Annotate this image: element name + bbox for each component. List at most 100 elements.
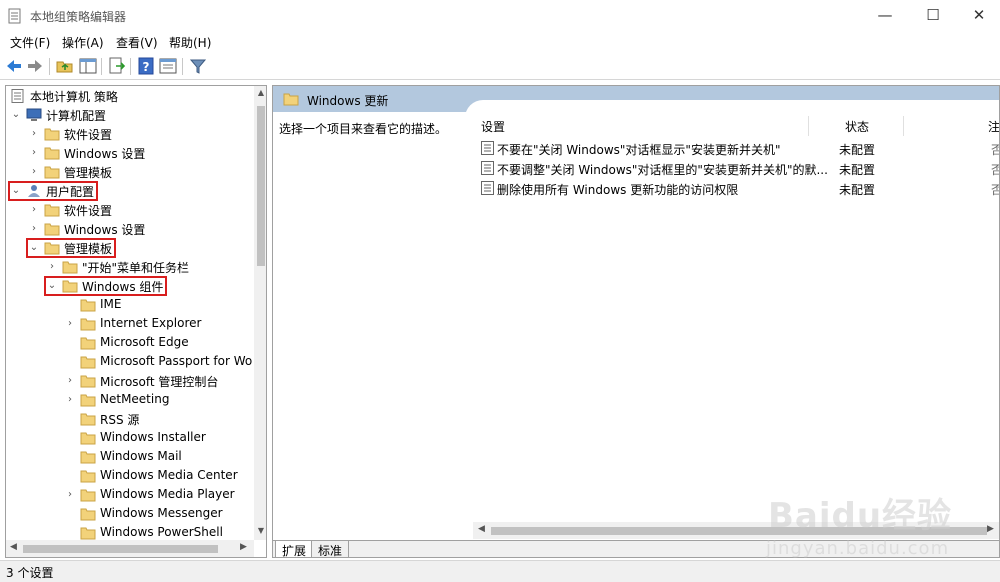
chevron-right-icon[interactable]: ›: [64, 488, 76, 502]
tree-item[interactable]: › Windows 设置: [6, 144, 254, 163]
tree-horizontal-scrollbar[interactable]: ◀ ▶: [6, 540, 254, 557]
baidu-watermark: Baidu经验 jingyan.baidu.com: [760, 488, 1000, 578]
filter-icon[interactable]: [188, 56, 208, 76]
menu-file[interactable]: 文件(F): [10, 34, 50, 51]
folder-icon: [283, 93, 299, 106]
tree-item[interactable]: › 管理模板: [6, 163, 254, 182]
setting-row[interactable]: 不要在"关闭 Windows"对话框显示"安装更新并关机" 未配置 否: [473, 138, 999, 158]
tab-standard[interactable]: 标准: [311, 541, 350, 557]
tree-item-label: NetMeeting: [100, 392, 170, 406]
tree-item[interactable]: › 软件设置: [6, 125, 254, 144]
setting-note: 否: [991, 141, 999, 158]
chevron-right-icon[interactable]: ›: [64, 374, 76, 388]
tree-item[interactable]: Windows Installer: [6, 429, 254, 448]
column-header-state[interactable]: 状态: [845, 118, 869, 135]
tree-item-label: Microsoft Edge: [100, 335, 189, 349]
tree-item[interactable]: Windows Media Center: [6, 467, 254, 486]
setting-note: 否: [991, 161, 999, 178]
tree-item[interactable]: Windows Mail: [6, 448, 254, 467]
folder-icon: [62, 261, 78, 274]
setting-row[interactable]: 删除使用所有 Windows 更新功能的访问权限 未配置 否: [473, 178, 999, 198]
back-arrow-icon[interactable]: [4, 56, 24, 76]
tree-item-label: IME: [100, 297, 122, 311]
tree-item[interactable]: › Internet Explorer: [6, 315, 254, 334]
folder-icon: [44, 204, 60, 217]
help-icon[interactable]: ?: [136, 56, 156, 76]
close-button[interactable]: ✕: [956, 0, 1000, 32]
chevron-right-icon[interactable]: ›: [64, 393, 76, 407]
tree-item-label: "开始"菜单和任务栏: [82, 261, 190, 275]
scroll-down-arrow-icon[interactable]: ▼: [256, 526, 266, 535]
folder-icon: [80, 489, 96, 502]
chevron-right-icon[interactable]: ›: [28, 127, 40, 141]
tree-item[interactable]: › "开始"菜单和任务栏: [6, 258, 254, 277]
setting-row[interactable]: 不要调整"关闭 Windows"对话框里的"安装更新并关机"的默... 未配置 …: [473, 158, 999, 178]
folder-icon: [44, 128, 60, 141]
tab-extended[interactable]: 扩展: [275, 541, 314, 557]
title-bar: 本地组策略编辑器 — ☐ ✕: [0, 0, 1000, 32]
forward-arrow-icon[interactable]: [25, 56, 45, 76]
folder-icon: [80, 527, 96, 540]
tree-item-label: Windows Media Player: [100, 487, 235, 501]
tree-item[interactable]: › Windows Media Player: [6, 486, 254, 505]
scroll-left-arrow-icon[interactable]: ◀: [10, 542, 17, 552]
column-header-note[interactable]: 注: [988, 118, 999, 135]
up-folder-icon[interactable]: [55, 56, 75, 76]
computer-icon: [26, 108, 42, 121]
window-title: 本地组策略编辑器: [30, 10, 127, 24]
tree-item[interactable]: Microsoft Passport for Wo: [6, 353, 254, 372]
status-text: 3 个设置: [6, 566, 54, 580]
export-list-icon[interactable]: [107, 56, 127, 76]
scroll-left-arrow-icon[interactable]: ◀: [478, 524, 485, 534]
scroll-up-arrow-icon[interactable]: ▲: [256, 88, 266, 97]
folder-icon: [80, 337, 96, 350]
tree-item[interactable]: ⌄ 计算机配置: [6, 106, 254, 125]
setting-state: 未配置: [839, 143, 876, 157]
folder-icon: [80, 508, 96, 521]
minimize-button[interactable]: —: [862, 0, 908, 32]
folder-icon: [44, 166, 60, 179]
tree-item[interactable]: › Windows 设置: [6, 220, 254, 239]
tree-item-label: RSS 源: [100, 413, 140, 427]
tree-item-label: 软件设置: [64, 128, 113, 142]
tree-item[interactable]: › 软件设置: [6, 201, 254, 220]
tree-item-label: Microsoft Passport for Wo: [100, 354, 253, 368]
tree-item[interactable]: › NetMeeting: [6, 391, 254, 410]
tree-item-label: Internet Explorer: [100, 316, 202, 330]
tree-item[interactable]: IME: [6, 296, 254, 315]
column-header-setting[interactable]: 设置: [481, 118, 505, 135]
scroll-right-arrow-icon[interactable]: ▶: [240, 542, 247, 552]
menu-view[interactable]: 查看(V): [116, 34, 158, 51]
chevron-right-icon[interactable]: ›: [28, 203, 40, 217]
settings-list: 设置 状态 注 不要在"关闭 Windows"对话框显示"安装更新并关机" 未配…: [473, 112, 999, 522]
tree-item-label: 管理模板: [64, 166, 113, 180]
tree-item[interactable]: RSS 源: [6, 410, 254, 429]
tree-item[interactable]: 本地计算机 策略: [6, 87, 254, 106]
menu-help[interactable]: 帮助(H): [169, 34, 211, 51]
tree-item-label: Windows Installer: [100, 430, 206, 444]
setting-state: 未配置: [839, 183, 876, 197]
policy-setting-icon: [481, 161, 494, 175]
setting-name: 不要在"关闭 Windows"对话框显示"安装更新并关机": [497, 143, 781, 157]
tree-item[interactable]: › Microsoft 管理控制台: [6, 372, 254, 391]
tree-vertical-scrollbar[interactable]: ▲ ▼: [254, 86, 266, 540]
chevron-right-icon[interactable]: ›: [46, 260, 58, 274]
chevron-right-icon[interactable]: ›: [28, 222, 40, 236]
maximize-button[interactable]: ☐: [910, 0, 956, 32]
chevron-right-icon[interactable]: ›: [28, 146, 40, 160]
tree-vscroll-thumb[interactable]: [257, 106, 265, 266]
policy-setting-icon: [481, 181, 494, 195]
chevron-down-icon[interactable]: ⌄: [10, 108, 22, 122]
tree-item[interactable]: Windows Messenger: [6, 505, 254, 524]
menu-action[interactable]: 操作(A): [62, 34, 104, 51]
chevron-right-icon[interactable]: ›: [64, 317, 76, 331]
show-hide-tree-icon[interactable]: [78, 56, 98, 76]
properties-icon[interactable]: [158, 56, 178, 76]
chevron-right-icon[interactable]: ›: [28, 165, 40, 179]
tree-item-label: Windows 设置: [64, 147, 146, 161]
tree-item[interactable]: Microsoft Edge: [6, 334, 254, 353]
tree-hscroll-thumb[interactable]: [23, 545, 218, 553]
